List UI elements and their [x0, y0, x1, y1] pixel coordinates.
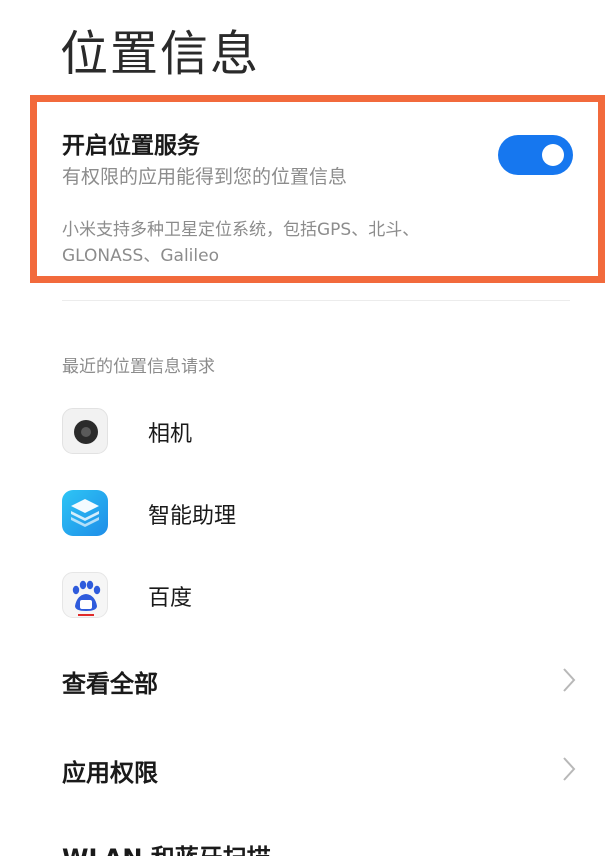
- app-row-camera[interactable]: 相机: [62, 404, 562, 460]
- wlan-bluetooth-scan-row[interactable]: WLAN 和蓝牙扫描: [62, 838, 271, 856]
- app-label: 智能助理: [148, 504, 237, 529]
- chevron-right-icon: [563, 668, 576, 692]
- assistant-icon: [62, 490, 108, 536]
- baidu-icon: [62, 572, 108, 618]
- recent-requests-header: 最近的位置信息请求: [62, 357, 215, 377]
- view-all-row[interactable]: 查看全部: [62, 656, 577, 706]
- location-service-title: 开启位置服务: [62, 133, 200, 159]
- location-service-description: 小米支持多种卫星定位系统，包括GPS、北斗、GLONASS、Galileo: [62, 220, 420, 266]
- view-all-label: 查看全部: [62, 670, 158, 698]
- location-service-subtitle: 有权限的应用能得到您的位置信息: [62, 166, 348, 188]
- app-label: 相机: [148, 422, 193, 447]
- location-service-toggle[interactable]: [498, 135, 573, 175]
- app-row-assistant[interactable]: 智能助理: [62, 486, 562, 542]
- toggle-knob: [542, 144, 564, 166]
- app-label: 百度: [148, 586, 193, 611]
- app-permissions-label: 应用权限: [62, 759, 158, 787]
- page-title: 位置信息: [60, 26, 261, 82]
- chevron-right-icon: [563, 757, 576, 781]
- app-row-baidu[interactable]: 百度: [62, 568, 562, 624]
- camera-icon: [62, 408, 108, 454]
- divider: [62, 300, 570, 301]
- app-permissions-row[interactable]: 应用权限: [62, 745, 577, 795]
